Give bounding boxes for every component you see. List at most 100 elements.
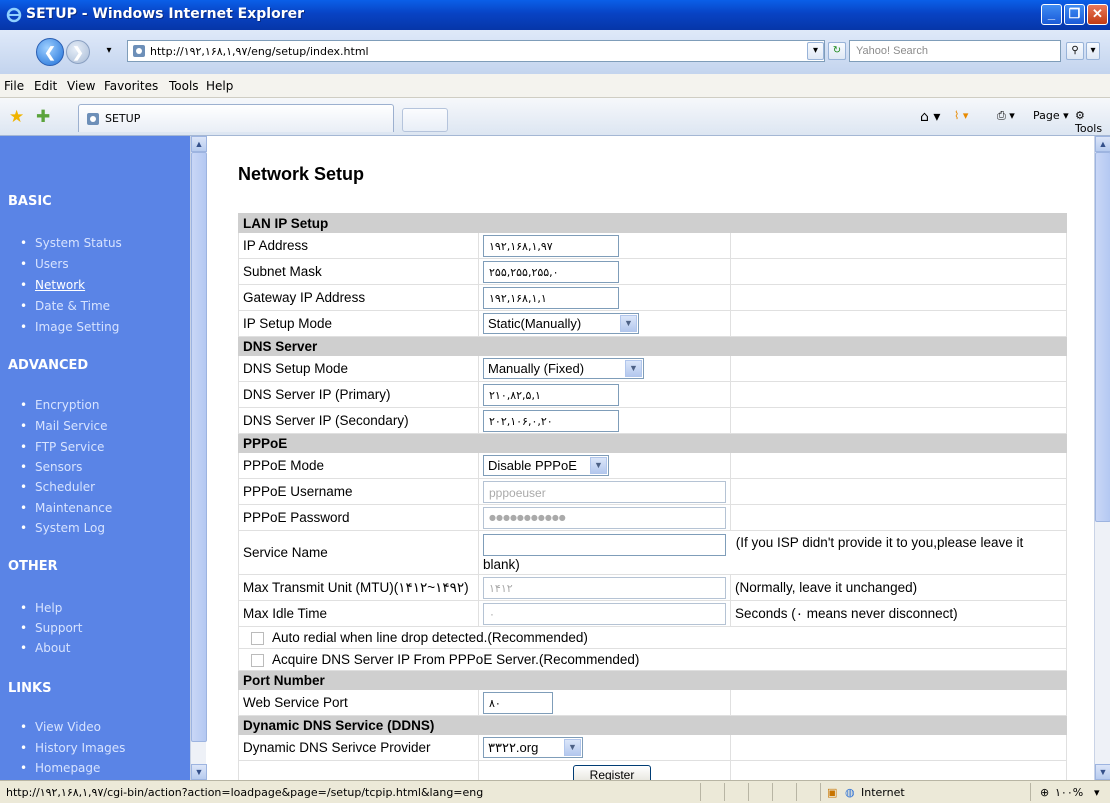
maximize-button[interactable]: ❐ (1064, 4, 1085, 25)
mtu-input[interactable]: ۱۴۱۲ (483, 576, 726, 599)
mtu-label: Max Transmit Unit (MTU)(۱۴۱۲~۱۴۹۲) (238, 574, 479, 601)
sidebar-item-encryption[interactable]: Encryption (20, 398, 100, 412)
sidebar: BASIC System Status Users Network Date &… (0, 136, 190, 780)
sidebar-item-homepage[interactable]: Homepage (20, 761, 101, 775)
menu-favorites[interactable]: Favorites (104, 79, 158, 93)
window-titlebar: SETUP - Windows Internet Explorer _ ❐ ✕ (0, 0, 1110, 30)
form-row: IP Address ۱۹۲,۱۶۸,۱,۹۷ (238, 232, 1067, 259)
dns-primary-input[interactable]: ۲۱۰,۸۲,۵,۱ (483, 383, 619, 406)
auto-redial-label: Auto redial when line drop detected.(Rec… (272, 630, 588, 645)
scroll-up-icon[interactable]: ▲ (191, 136, 207, 152)
pppoe-username-input[interactable]: pppoeuser (483, 480, 726, 503)
subnet-mask-input[interactable]: ۲۵۵,۲۵۵,۲۵۵,۰ (483, 260, 619, 283)
gateway-input[interactable]: ۱۹۲,۱۶۸,۱,۱ (483, 286, 619, 309)
chevron-down-icon: ▼ (564, 739, 581, 756)
sidebar-item-network[interactable]: Network (20, 278, 85, 292)
max-idle-label: Max Idle Time (238, 600, 479, 627)
search-icon[interactable]: ⚲ (1066, 42, 1084, 60)
dns-setup-mode-select[interactable]: Manually (Fixed) ▼ (483, 358, 644, 379)
service-name-label: Service Name (238, 530, 479, 575)
home-icon[interactable]: ⌂ ▾ (920, 109, 940, 125)
form-row: Register (238, 760, 1067, 780)
menu-tools[interactable]: Tools (169, 79, 199, 93)
new-tab-button[interactable] (402, 108, 448, 132)
sidebar-item-sensors[interactable]: Sensors (20, 460, 83, 474)
favorites-star-icon[interactable]: ★ (9, 107, 24, 127)
service-name-input[interactable] (483, 534, 726, 556)
dns-primary-label: DNS Server IP (Primary) (238, 381, 479, 408)
search-options-icon[interactable]: ▾ (1086, 42, 1100, 60)
sidebar-item-users[interactable]: Users (20, 257, 68, 271)
dns-secondary-input[interactable]: ۲۰۲,۱۰۶,۰,۲۰ (483, 409, 619, 432)
sidebar-item-system-status[interactable]: System Status (20, 236, 122, 250)
close-button[interactable]: ✕ (1087, 4, 1108, 25)
zoom-level[interactable]: ۱۰۰% (1055, 786, 1083, 799)
sidebar-item-system-log[interactable]: System Log (20, 521, 105, 535)
protected-mode-icon: ▣ (827, 786, 838, 799)
address-field[interactable]: http://۱۹۲,۱۶۸,۱,۹۷/eng/setup/index.html… (127, 40, 825, 62)
sidebar-item-history-images[interactable]: History Images (20, 741, 125, 755)
sidebar-item-support[interactable]: Support (20, 621, 83, 635)
pppoe-mode-label: PPPoE Mode (238, 452, 479, 479)
forward-button[interactable]: ❯ (66, 40, 90, 64)
sidebar-item-image-setting[interactable]: Image Setting (20, 320, 119, 334)
network-setup-form: LAN IP Setup IP Address ۱۹۲,۱۶۸,۱,۹۷ Sub… (238, 213, 1067, 780)
main-panel: Network Setup LAN IP Setup IP Address ۱۹… (206, 136, 1094, 780)
sidebar-section-other: OTHER (8, 559, 58, 574)
main-scroll-thumb[interactable] (1095, 152, 1110, 522)
ip-setup-mode-label: IP Setup Mode (238, 310, 479, 337)
menu-file[interactable]: File (4, 79, 24, 93)
form-row: IP Setup Mode Static(Manually) ▼ (238, 310, 1067, 337)
sidebar-item-mail-service[interactable]: Mail Service (20, 419, 107, 433)
ie-logo-icon (6, 7, 22, 23)
sidebar-item-help[interactable]: Help (20, 601, 63, 615)
scroll-down-icon[interactable]: ▼ (1095, 764, 1110, 780)
ddns-provider-select[interactable]: ۳۳۲۲.org ▼ (483, 737, 583, 758)
minimize-button[interactable]: _ (1041, 4, 1062, 25)
sidebar-scroll-thumb[interactable] (191, 152, 207, 742)
scroll-up-icon[interactable]: ▲ (1095, 136, 1110, 152)
scroll-down-icon[interactable]: ▼ (191, 764, 207, 780)
register-button[interactable]: Register (573, 765, 651, 780)
back-button[interactable]: ❮ (36, 38, 64, 66)
zoom-icon[interactable]: ⊕ (1040, 786, 1049, 799)
menu-view[interactable]: View (67, 79, 95, 93)
dns-setup-mode-label: DNS Setup Mode (238, 355, 479, 382)
sidebar-item-maintenance[interactable]: Maintenance (20, 501, 112, 515)
section-header-lan: LAN IP Setup (238, 213, 1067, 233)
sidebar-section-basic: BASIC (8, 194, 52, 209)
add-favorites-icon[interactable]: ✚ (36, 107, 50, 127)
form-row: PPPoE Password ●●●●●●●●●●● (238, 504, 1067, 531)
history-dropdown-icon[interactable]: ▾ (100, 43, 118, 61)
page-menu-button[interactable]: Page ▾ (1033, 109, 1069, 122)
sidebar-item-ftp-service[interactable]: FTP Service (20, 440, 105, 454)
pppoe-password-input[interactable]: ●●●●●●●●●●● (483, 506, 726, 529)
sidebar-item-scheduler[interactable]: Scheduler (20, 480, 95, 494)
refresh-button[interactable]: ↻ (828, 42, 846, 60)
sidebar-item-about[interactable]: About (20, 641, 71, 655)
sidebar-item-date-time[interactable]: Date & Time (20, 299, 110, 313)
window-title: SETUP - Windows Internet Explorer (26, 6, 305, 22)
zoom-dropdown-icon[interactable]: ▾ (1094, 786, 1100, 799)
form-row: DNS Setup Mode Manually (Fixed) ▼ (238, 355, 1067, 382)
tab-setup[interactable]: SETUP (78, 104, 394, 132)
web-port-input[interactable]: ۸۰ (483, 691, 553, 714)
menu-edit[interactable]: Edit (34, 79, 57, 93)
acquire-dns-checkbox[interactable] (251, 653, 264, 667)
menu-help[interactable]: Help (206, 79, 233, 93)
status-bar: http://۱۹۲,۱۶۸,۱,۹۷/cgi-bin/action?actio… (0, 780, 1110, 803)
main-scrollbar[interactable]: ▲ ▼ (1094, 136, 1110, 780)
search-input[interactable]: Yahoo! Search (849, 40, 1061, 62)
address-dropdown-icon[interactable]: ▾ (807, 42, 824, 60)
sidebar-scrollbar[interactable]: ▲ ▼ (190, 136, 207, 780)
ip-address-input[interactable]: ۱۹۲,۱۶۸,۱,۹۷ (483, 234, 619, 257)
ip-setup-mode-select[interactable]: Static(Manually) ▼ (483, 313, 639, 334)
feeds-icon[interactable]: ⌇ ▾ (954, 109, 968, 122)
subnet-mask-label: Subnet Mask (238, 258, 479, 285)
sidebar-item-view-video[interactable]: View Video (20, 720, 101, 734)
max-idle-input[interactable]: ۰ (483, 602, 726, 625)
auto-redial-checkbox[interactable] (251, 631, 264, 645)
print-icon[interactable]: ⎙ ▾ (997, 109, 1015, 123)
status-url: http://۱۹۲,۱۶۸,۱,۹۷/cgi-bin/action?actio… (6, 786, 484, 799)
pppoe-mode-select[interactable]: Disable PPPoE ▼ (483, 455, 609, 476)
